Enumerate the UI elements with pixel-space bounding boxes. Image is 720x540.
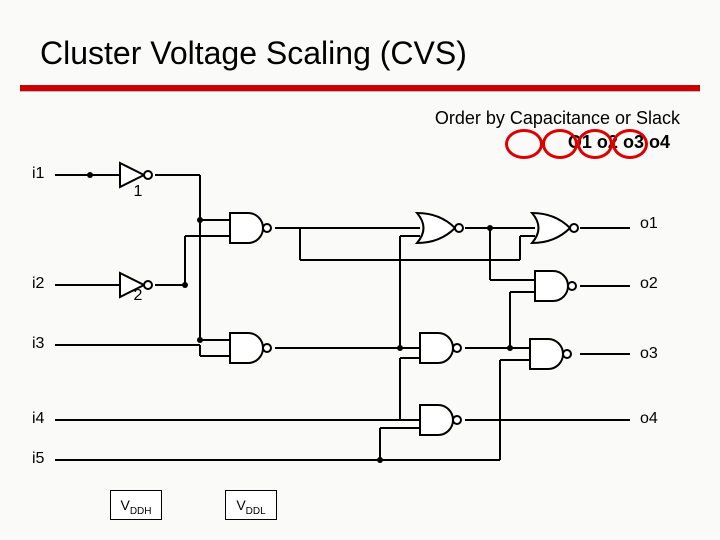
circuit-svg	[0, 0, 720, 540]
gate-6-icon	[420, 333, 461, 363]
gate-1-icon	[120, 163, 152, 187]
gate-2-icon	[120, 273, 152, 297]
gate-9-icon	[535, 271, 576, 301]
gate-5-icon	[417, 213, 463, 243]
gate-3-icon	[230, 213, 271, 243]
gate-8-icon	[532, 213, 578, 243]
legend-vddh: VDDH	[110, 490, 162, 520]
slide: Cluster Voltage Scaling (CVS) Order by C…	[0, 0, 720, 540]
gate-7-icon	[420, 405, 461, 435]
gate-4-icon	[230, 333, 271, 363]
gate-10-icon	[530, 339, 571, 369]
legend-vddl: VDDL	[225, 490, 277, 520]
